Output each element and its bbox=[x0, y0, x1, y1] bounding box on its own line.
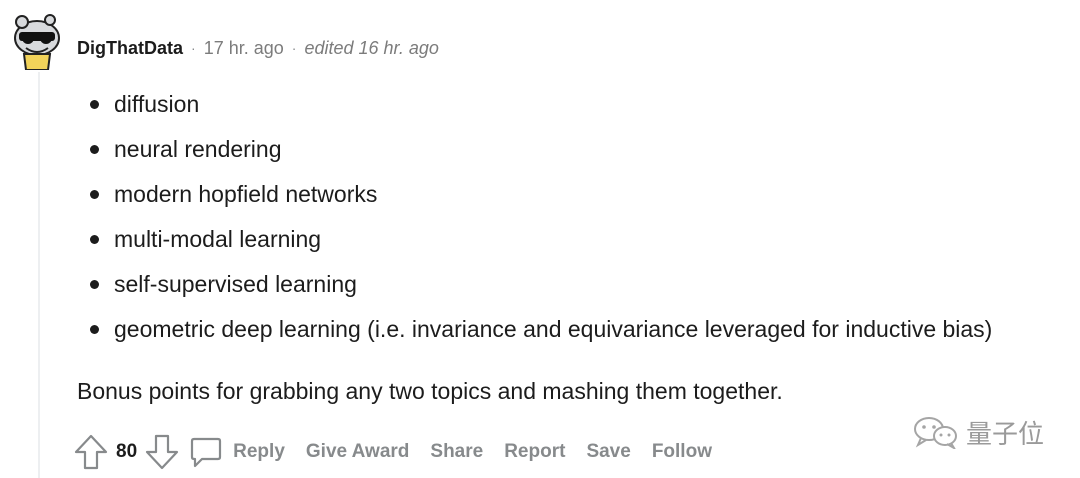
list-item: geometric deep learning (i.e. invariance… bbox=[88, 307, 992, 352]
share-button[interactable]: Share bbox=[430, 441, 483, 463]
bonus-paragraph: Bonus points for grabbing any two topics… bbox=[77, 378, 783, 404]
watermark-text: 量子位 bbox=[966, 419, 1045, 450]
list-item: self-supervised learning bbox=[88, 262, 992, 307]
list-item-text: modern hopfield networks bbox=[114, 181, 378, 207]
snoo-avatar-icon bbox=[14, 14, 60, 71]
list-item: multi-modal learning bbox=[88, 217, 992, 262]
author-name[interactable]: DigThatData bbox=[77, 38, 183, 59]
edited-timestamp: edited 16 hr. ago bbox=[304, 37, 439, 58]
list-item: neural rendering bbox=[88, 127, 992, 172]
bullet bbox=[90, 235, 99, 244]
vote-score: 80 bbox=[116, 441, 138, 462]
bullet bbox=[90, 100, 99, 109]
comment-timestamp[interactable]: 17 hr. ago bbox=[204, 38, 284, 59]
list-item-text: diffusion bbox=[114, 91, 200, 117]
wechat-icon bbox=[914, 417, 957, 449]
give-award-button[interactable]: Give Award bbox=[306, 441, 410, 463]
upvote-button[interactable] bbox=[72, 432, 110, 472]
comment-bubble-icon bbox=[191, 437, 222, 468]
thread-line[interactable] bbox=[38, 72, 40, 478]
bullet bbox=[90, 145, 99, 154]
list-item-text: self-supervised learning bbox=[114, 271, 357, 297]
bullet bbox=[90, 280, 99, 289]
list-item: modern hopfield networks bbox=[88, 172, 992, 217]
comment-meta: DigThatData · 17 hr. ago · edited 16 hr.… bbox=[77, 34, 439, 62]
report-button[interactable]: Report bbox=[504, 441, 565, 463]
avatar[interactable] bbox=[8, 12, 66, 71]
reply-button[interactable]: Reply bbox=[189, 435, 285, 469]
save-button[interactable]: Save bbox=[586, 441, 630, 463]
list-item: diffusion bbox=[88, 82, 992, 127]
downvote-button[interactable] bbox=[143, 432, 181, 472]
reply-label: Reply bbox=[233, 441, 285, 462]
list-item-text: geometric deep learning (i.e. invariance… bbox=[114, 316, 993, 342]
topic-list: diffusion neural rendering modern hopfie… bbox=[88, 82, 992, 352]
follow-button[interactable]: Follow bbox=[652, 441, 712, 463]
upvote-icon bbox=[74, 434, 108, 470]
list-item-text: neural rendering bbox=[114, 136, 282, 162]
watermark: 量子位 bbox=[912, 412, 1044, 452]
bullet bbox=[90, 325, 99, 334]
downvote-icon bbox=[146, 434, 179, 470]
bullet bbox=[90, 190, 99, 199]
meta-separator: · bbox=[291, 40, 297, 56]
list-item-text: multi-modal learning bbox=[114, 226, 322, 252]
comment-action-bar: 80 Reply Give Award Share Report Save Fo… bbox=[72, 432, 733, 472]
meta-separator: · bbox=[191, 40, 196, 56]
